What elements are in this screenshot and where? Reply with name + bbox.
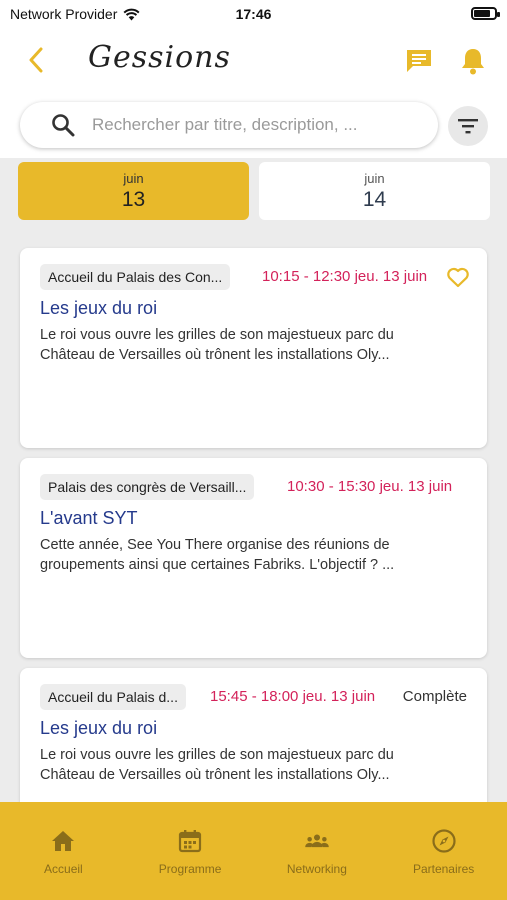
description-line: Le roi vous ouvre les grilles de son maj…: [40, 747, 394, 763]
session-location: Palais des congrès de Versaill...: [40, 474, 255, 500]
description-line: Château de Versailles où trônent les ins…: [40, 347, 390, 363]
session-title: L'avant SYT: [40, 508, 138, 528]
description-line: Cette année, See You There organise des …: [40, 537, 390, 553]
filter-icon: [458, 119, 478, 134]
date-tab-13[interactable]: juin 13: [18, 162, 249, 220]
status-bar: Network Provider 17:46: [0, 0, 507, 30]
date-month: juin: [123, 170, 144, 186]
date-month: juin: [364, 170, 385, 186]
session-card[interactable]: Accueil du Palais des Con... 10:15 - 12:…: [20, 248, 487, 448]
description-line: groupements ainsi que certaines Fabriks.…: [40, 557, 395, 573]
tab-label: Partenaires: [412, 862, 475, 876]
status-time: 17:46: [235, 6, 272, 22]
tab-label: Programme: [158, 862, 222, 876]
battery-icon: [471, 7, 500, 20]
session-description: Cette année, See You There organise des …: [40, 535, 470, 575]
date-day: 14: [362, 187, 387, 211]
header: Gessions: [0, 30, 507, 158]
date-day: 13: [121, 187, 146, 211]
search-icon: [52, 114, 75, 137]
people-icon: [305, 834, 329, 848]
date-selector: juin 13 juin 14: [18, 162, 490, 220]
favorite-heart-icon[interactable]: [445, 264, 471, 290]
description-line: Le roi vous ouvre les grilles de son maj…: [40, 327, 394, 343]
session-location: Accueil du Palais des Con...: [40, 264, 231, 290]
tab-label: Networking: [286, 862, 347, 876]
session-description: Le roi vous ouvre les grilles de son maj…: [40, 325, 470, 365]
description-line: Château de Versailles où trônent les ins…: [40, 767, 390, 783]
session-location: Accueil du Palais d...: [40, 684, 186, 710]
tab-partenaires[interactable]: Partenaires: [380, 802, 507, 900]
session-time: 10:30 - 15:30 jeu. 13 juin: [287, 478, 453, 495]
chat-icon: [407, 50, 431, 72]
search-bar: [20, 102, 438, 148]
tab-programme[interactable]: Programme: [127, 802, 254, 900]
session-time: 15:45 - 18:00 jeu. 13 juin: [210, 688, 376, 705]
notifications-button[interactable]: [459, 46, 487, 76]
tab-accueil[interactable]: Accueil: [0, 802, 127, 900]
bell-icon: [462, 49, 484, 75]
filter-button[interactable]: [448, 106, 488, 146]
chevron-left-icon: [29, 47, 43, 73]
search-input[interactable]: [90, 114, 414, 136]
session-card[interactable]: Palais des congrès de Versaill... 10:30 …: [20, 458, 487, 658]
date-tab-14[interactable]: juin 14: [259, 162, 490, 220]
tab-networking[interactable]: Networking: [254, 802, 381, 900]
page-title: Gessions: [88, 40, 231, 75]
session-status-complete: Complète: [402, 688, 467, 705]
home-icon: [52, 831, 75, 851]
bottom-tab-bar: Accueil Programme Networking Partenaires: [0, 802, 507, 900]
back-button[interactable]: [22, 44, 50, 76]
session-description: Le roi vous ouvre les grilles de son maj…: [40, 745, 470, 785]
calendar-icon: [179, 830, 202, 853]
session-title: Les jeux du roi: [40, 298, 158, 318]
compass-icon: [432, 829, 456, 853]
tab-label: Accueil: [44, 862, 83, 876]
chat-button[interactable]: [404, 46, 434, 76]
session-time: 10:15 - 12:30 jeu. 13 juin: [262, 268, 428, 285]
session-title: Les jeux du roi: [40, 718, 158, 738]
